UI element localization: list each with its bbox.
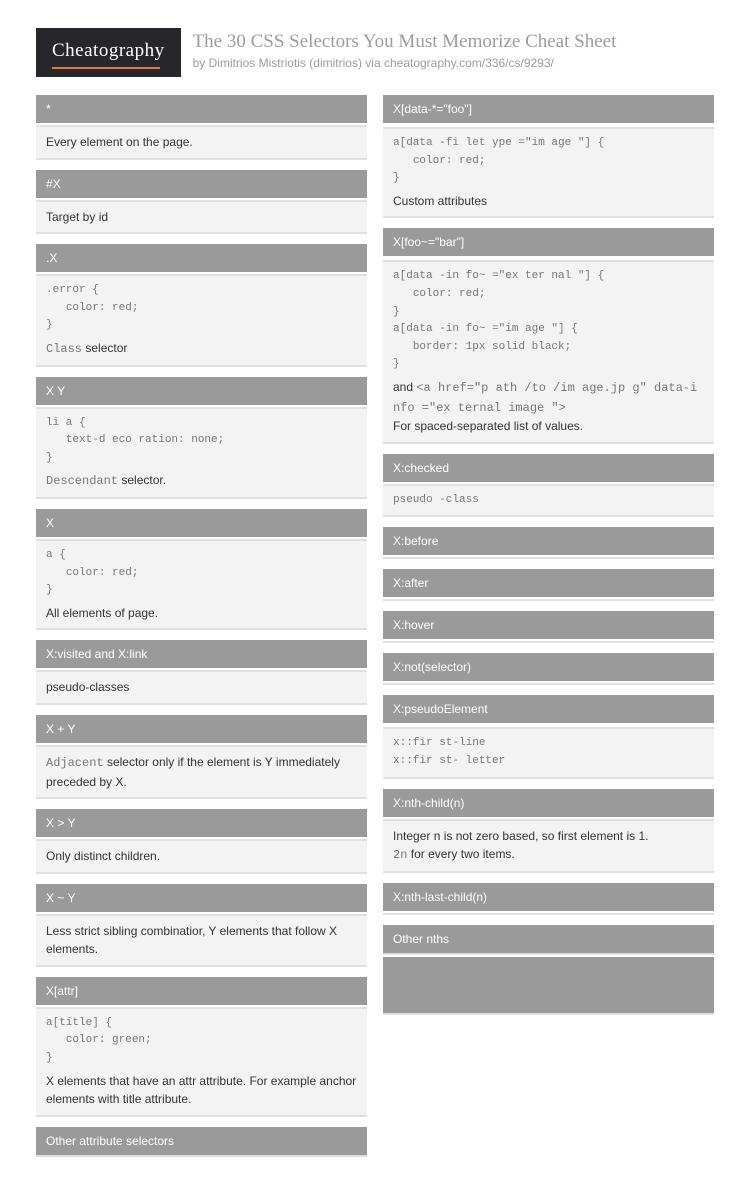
code-snippet: a[data -fi let ype ="im age "] { color: … [393,135,704,188]
block-title: X > Y [36,809,367,837]
block-description: 2n for every two items. [393,845,704,865]
column-left: * Every element on the page. #X Target by i… [36,95,367,1167]
author-link[interactable]: Dimitrios Mistriotis (dimitrios) [209,56,362,70]
block-description: pseudo-classes [46,678,357,697]
code-snippet: x::fir st-line x::fir st- letter [393,735,704,770]
block-body: a { color: red; } All elements of page. [36,539,367,630]
cheat-block: X[attr] a[title] { color: green; } X eleme… [36,977,367,1117]
block-title: X:not(selector) [383,653,714,681]
block-body: Target by id [36,200,367,235]
block-title: * [36,95,367,123]
block-body: li a { text-d eco ration: none; } Descend… [36,407,367,499]
code-snippet: .error { color: red; } [46,282,357,335]
cheat-block: .X .error { color: red; } Class selector [36,244,367,366]
block-body: a[data -in fo~ ="ex ter nal "] { color: … [383,260,714,443]
cheat-block: X + Y Adjacent selector only if the eleme… [36,715,367,799]
section-footer: Other nths [383,925,714,955]
block-title: X:nth-last-child(n) [383,883,714,911]
block-title: X[data-*="foo"] [383,95,714,123]
block-body: Every element on the page. [36,125,367,160]
block-description: Custom attributes [393,192,704,211]
block-body: pseudo -class [383,484,714,518]
block-title: X:before [383,527,714,555]
code-snippet: pseudo -class [393,492,704,510]
block-description: For spaced-separated list of values. [393,417,704,436]
cheat-block: X Y li a { text-d eco ration: none; } Desc… [36,377,367,499]
cheat-block: X[foo~="bar"] a[data -in fo~ ="ex ter nal… [383,228,714,443]
block-title: X Y [36,377,367,405]
block-title: X ~ Y [36,884,367,912]
block-description: Less strict sibling combinatior, Y eleme… [46,922,357,959]
cheat-block: X:after [383,569,714,601]
block-description: All elements of page. [46,604,357,623]
block-title: #X [36,170,367,198]
cheat-block: #X Target by id [36,170,367,235]
block-title: X:after [383,569,714,597]
block-title: X:checked [383,454,714,482]
block-body: Adjacent selector only if the element is… [36,745,367,799]
cheat-block: X:before [383,527,714,559]
block-body: a[title] { color: green; } X elements tha… [36,1007,367,1117]
cheat-block: X ~ Y Less strict sibling combinatior, Y … [36,884,367,967]
block-description: Every element on the page. [46,133,357,152]
block-body: pseudo-classes [36,670,367,705]
cheat-block: * Every element on the page. [36,95,367,160]
block-description: Adjacent selector only if the element is… [46,753,357,791]
cheat-block: X > Y Only distinct children. [36,809,367,874]
cheat-block: X:hover [383,611,714,643]
site-logo: Cheatography [36,28,181,77]
block-body: Less strict sibling combinatior, Y eleme… [36,914,367,967]
block-title: X:nth-child(n) [383,789,714,817]
block-title: X:visited and X:link [36,640,367,668]
cheat-block: Xa { color: red; } All elements of page. [36,509,367,630]
block-title: X[foo~="bar"] [383,228,714,256]
block-description: X elements that have an attr attribute. … [46,1072,357,1109]
code-snippet: a { color: red; } [46,547,357,600]
cheat-block: X:nth-last-child(n) [383,883,714,915]
block-description: Descendant selector. [46,471,357,491]
page-title: The 30 CSS Selectors You Must Memorize C… [193,30,714,54]
cheat-block: X[data-*="foo"] a[data -fi let ype ="im a… [383,95,714,218]
cheat-block: X:pseudoElementx::fir st-line x::fir st-… [383,695,714,778]
cheat-block: X:checked pseudo -class [383,454,714,518]
code-snippet: a[data -in fo~ ="ex ter nal "] { color: … [393,268,704,374]
byline: by Dimitrios Mistriotis (dimitrios) via … [193,56,714,70]
block-title: X[attr] [36,977,367,1005]
cheat-block: X:visited and X:link pseudo-classes [36,640,367,705]
block-body: Integer n is not zero based, so first el… [383,819,714,873]
block-title: X:hover [383,611,714,639]
block-title: X [36,509,367,537]
empty-continuation-box [383,957,714,1015]
block-description: and <a href="p ath /to /im age.jp g" dat… [393,378,704,417]
block-description: Class selector [46,339,357,359]
block-title: X:pseudoElement [383,695,714,723]
code-snippet: a[title] { color: green; } [46,1015,357,1068]
cheat-block: X:not(selector) [383,653,714,685]
section-footer: Other attribute selectors [36,1127,367,1157]
block-description: Target by id [46,208,357,227]
block-description: Integer n is not zero based, so first el… [393,827,704,846]
block-body: x::fir st-line x::fir st- letter [383,727,714,778]
column-right: X[data-*="foo"] a[data -fi let ype ="im a… [383,95,714,1167]
block-description: Only distinct children. [46,847,357,866]
block-body: .error { color: red; } Class selector [36,274,367,366]
block-body: a[data -fi let ype ="im age "] { color: … [383,127,714,218]
source-link[interactable]: cheatography.com/336/cs/9293/ [384,56,554,70]
cheat-block: X:nth-child(n) Integer n is not zero base… [383,789,714,873]
page-header: Cheatography The 30 CSS Selectors You Mu… [36,28,714,77]
block-title: X + Y [36,715,367,743]
block-body: Only distinct children. [36,839,367,874]
code-snippet: li a { text-d eco ration: none; } [46,415,357,468]
block-title: .X [36,244,367,272]
